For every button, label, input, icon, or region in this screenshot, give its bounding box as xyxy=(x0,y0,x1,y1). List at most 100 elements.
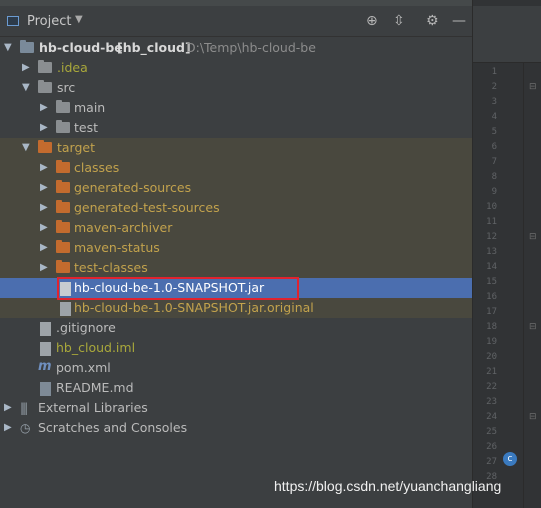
excluded-folder-icon xyxy=(56,200,70,213)
tree-item-pom[interactable]: m pom.xml xyxy=(0,358,472,378)
line-number: 17 xyxy=(486,307,497,317)
tree-item-label: maven-archiver xyxy=(74,220,173,235)
excluded-folder-icon xyxy=(56,260,70,273)
line-number: 13 xyxy=(486,247,497,257)
locate-icon[interactable]: ⊕ xyxy=(366,14,378,28)
tree-item-test[interactable]: ▶ test xyxy=(0,118,472,138)
collapse-all-icon[interactable]: ⇳ xyxy=(393,14,405,28)
line-number: 1 xyxy=(491,67,497,77)
chevron-right-icon[interactable]: ▶ xyxy=(40,182,48,193)
line-number: 4 xyxy=(491,112,497,122)
tree-item-main[interactable]: ▶ main xyxy=(0,98,472,118)
excluded-folder-icon xyxy=(56,240,70,253)
chevron-right-icon[interactable]: ▶ xyxy=(40,222,48,233)
tree-item-iml[interactable]: hb_cloud.iml xyxy=(0,338,472,358)
tree-item-jar-original[interactable]: hb-cloud-be-1.0-SNAPSHOT.jar.original xyxy=(0,298,472,318)
run-gutter-icon[interactable]: c xyxy=(503,452,517,466)
tree-item-label: maven-status xyxy=(74,240,160,255)
line-number: 9 xyxy=(491,187,497,197)
markdown-file-icon xyxy=(40,382,51,396)
chevron-right-icon[interactable]: ▶ xyxy=(40,122,48,133)
tree-item-label: pom.xml xyxy=(56,360,111,375)
line-number: 10 xyxy=(486,202,497,212)
fold-icon[interactable]: ⊟ xyxy=(529,322,537,332)
tree-item-label: hb_cloud.iml xyxy=(56,340,136,355)
file-icon xyxy=(60,302,71,316)
tree-item-generated-test-sources[interactable]: ▶ generated-test-sources xyxy=(0,198,472,218)
fold-icon[interactable]: ⊟ xyxy=(529,232,537,242)
line-number: 19 xyxy=(486,337,497,347)
folder-icon xyxy=(38,80,52,93)
line-number: 23 xyxy=(486,397,497,407)
tree-item-readme[interactable]: README.md xyxy=(0,378,472,398)
excluded-folder-icon xyxy=(38,140,52,153)
folder-icon xyxy=(56,120,70,133)
tree-item-external-libraries[interactable]: ▶ ||| External Libraries xyxy=(0,398,472,418)
chevron-down-icon[interactable]: ▼ xyxy=(22,82,30,93)
line-number: 2 xyxy=(491,82,497,92)
tree-item-label: classes xyxy=(74,160,120,175)
chevron-right-icon[interactable]: ▶ xyxy=(40,162,48,173)
tree-item-label: target xyxy=(57,140,96,155)
line-number: 21 xyxy=(486,367,497,377)
settings-gear-icon[interactable]: ⚙ xyxy=(426,14,439,28)
chevron-right-icon[interactable]: ▶ xyxy=(22,62,30,73)
chevron-right-icon[interactable]: ▶ xyxy=(40,242,48,253)
line-number: 5 xyxy=(491,127,497,137)
tree-item-src[interactable]: ▼ src xyxy=(0,78,472,98)
tree-item-maven-archiver[interactable]: ▶ maven-archiver xyxy=(0,218,472,238)
library-icon: ||| xyxy=(20,401,28,415)
line-number: 24 xyxy=(486,412,497,422)
tree-item-label: hb-cloud-be-1.0-SNAPSHOT.jar.original xyxy=(74,300,314,315)
project-view-title[interactable]: Project xyxy=(27,14,71,29)
chevron-down-icon[interactable]: ▼ xyxy=(22,142,30,153)
line-number: 7 xyxy=(491,157,497,167)
chevron-down-icon[interactable]: ▼ xyxy=(75,14,83,25)
tree-item-gitignore[interactable]: .gitignore xyxy=(0,318,472,338)
excluded-folder-icon xyxy=(56,220,70,233)
tree-item-label: .idea xyxy=(57,60,88,75)
fold-icon[interactable]: ⊟ xyxy=(529,82,537,92)
tree-item-label: .gitignore xyxy=(56,320,116,335)
jar-file-icon xyxy=(60,282,71,296)
line-number: 6 xyxy=(491,142,497,152)
tree-item-test-classes[interactable]: ▶ test-classes xyxy=(0,258,472,278)
tree-item-idea[interactable]: ▶ .idea xyxy=(0,58,472,78)
folder-icon xyxy=(56,100,70,113)
tree-item-jar[interactable]: hb-cloud-be-1.0-SNAPSHOT.jar xyxy=(0,278,472,298)
tree-item-label: src xyxy=(57,80,76,95)
project-tool-window-header: Project ▼ ⊕ ⇳ ⚙ — xyxy=(0,6,472,37)
fold-icon[interactable]: ⊟ xyxy=(529,412,537,422)
editor-tab-strip xyxy=(473,6,541,63)
iml-file-icon xyxy=(40,342,51,356)
root-module: [hb_cloud] xyxy=(117,40,191,55)
tree-item-label: test xyxy=(74,120,99,135)
chevron-down-icon[interactable]: ▼ xyxy=(4,42,12,53)
excluded-folder-icon xyxy=(56,180,70,193)
tree-item-root[interactable]: ▼ hb-cloud-be [hb_cloud] D:\Temp\hb-clou… xyxy=(0,38,472,58)
editor-gutter: 1 2 3 4 5 6 7 8 9 10 11 12 13 14 15 16 17 18 19 20 21 22 23 24 2… xyxy=(472,0,541,508)
line-number: 25 xyxy=(486,427,497,437)
tree-item-classes[interactable]: ▶ classes xyxy=(0,158,472,178)
chevron-right-icon[interactable]: ▶ xyxy=(40,262,48,273)
excluded-folder-icon xyxy=(56,160,70,173)
tree-item-scratches[interactable]: ▶ ◷ Scratches and Consoles xyxy=(0,418,472,438)
tree-item-target[interactable]: ▼ target xyxy=(0,138,472,158)
scratches-icon: ◷ xyxy=(20,421,31,435)
watermark-text: https://blog.csdn.net/yuanchangliang xyxy=(274,478,502,494)
tree-item-label: main xyxy=(74,100,106,115)
chevron-right-icon[interactable]: ▶ xyxy=(40,102,48,113)
gitignore-file-icon xyxy=(40,322,51,336)
hide-icon[interactable]: — xyxy=(452,14,466,28)
tree-item-maven-status[interactable]: ▶ maven-status xyxy=(0,238,472,258)
module-folder-icon xyxy=(20,40,34,53)
chevron-right-icon[interactable]: ▶ xyxy=(40,202,48,213)
line-number: 22 xyxy=(486,382,497,392)
chevron-right-icon[interactable]: ▶ xyxy=(4,402,12,413)
root-name: hb-cloud-be xyxy=(39,40,123,55)
line-number: 14 xyxy=(486,262,497,272)
chevron-right-icon[interactable]: ▶ xyxy=(4,422,12,433)
tree-item-generated-sources[interactable]: ▶ generated-sources xyxy=(0,178,472,198)
tree-item-label: generated-test-sources xyxy=(74,200,220,215)
line-number: 26 xyxy=(486,442,497,452)
